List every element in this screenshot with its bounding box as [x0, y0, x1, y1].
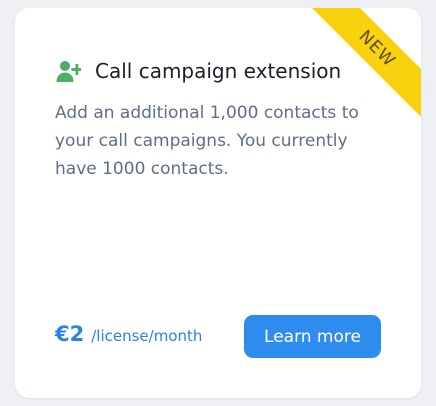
learn-more-button[interactable]: Learn more: [244, 315, 381, 358]
add-user-icon: [56, 61, 81, 82]
card-header: Call campaign extension: [55, 58, 341, 84]
card-description: Add an additional 1,000 contacts to your…: [55, 103, 359, 179]
price: €2 /license/month: [55, 322, 202, 346]
price-amount: €2: [55, 322, 85, 346]
extension-card: NEW Call campaign extension Add an addit…: [15, 8, 421, 398]
card-title: Call campaign extension: [95, 59, 342, 83]
price-unit: /license/month: [91, 327, 203, 345]
